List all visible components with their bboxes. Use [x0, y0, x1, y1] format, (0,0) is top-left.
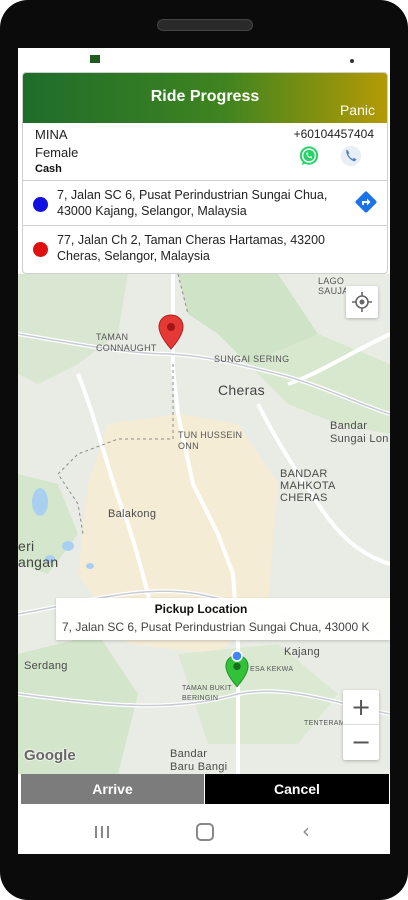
dropoff-address: 77, Jalan Ch 2, Taman Cheras Hartamas, 4…: [57, 233, 325, 263]
pickup-info-title: Pickup Location: [154, 602, 248, 616]
my-location-icon: [352, 292, 372, 312]
zoom-in-button[interactable]: +: [343, 690, 379, 725]
rider-name: MINA: [35, 127, 68, 142]
pickup-address-row[interactable]: 7, Jalan SC 6, Pusat Perindustrian Sunga…: [23, 181, 387, 226]
dropoff-marker-icon[interactable]: [158, 314, 184, 350]
map-label-cheras: Cheras: [218, 382, 265, 398]
map-label-tun-hussein-onn: TUN HUSSEIN ONN: [178, 430, 243, 451]
status-bar: [18, 48, 390, 70]
map-label-kajang: Kajang: [284, 646, 321, 658]
system-nav-bar: ‹: [18, 808, 390, 854]
current-position-icon: [231, 650, 243, 662]
dropoff-dot-icon: [33, 242, 48, 257]
google-logo: Google: [24, 747, 76, 764]
back-icon[interactable]: ‹: [302, 819, 310, 843]
app-notification-icon: [90, 55, 100, 63]
pickup-info-window[interactable]: Pickup Location 7, Jalan SC 6, Pusat Per…: [56, 598, 390, 640]
ride-card: Ride Progress Panic MINA Female Cash +60…: [22, 72, 388, 274]
pickup-dot-icon: [33, 197, 48, 212]
home-icon[interactable]: [196, 823, 214, 841]
map-label-taman-connaught: TAMAN CONNAUGHT: [96, 332, 157, 353]
map-label-bandar-mahkota: BANDAR MAHKOTA CHERAS: [280, 468, 336, 504]
directions-icon[interactable]: [354, 190, 378, 214]
map-label-bandar-baru-bangi: Bandar Baru Bangi: [170, 748, 228, 773]
zoom-out-button[interactable]: −: [343, 725, 379, 759]
my-location-button[interactable]: [346, 286, 378, 318]
rider-phone: +60104457404: [293, 127, 374, 141]
pickup-info-address: 7, Jalan SC 6, Pusat Perindustrian Sunga…: [62, 620, 370, 634]
action-bar: Arrive Cancel: [21, 774, 389, 804]
map-label-serdang: Serdang: [24, 660, 68, 672]
rider-gender: Female: [35, 145, 79, 160]
ride-header: Ride Progress Panic: [23, 73, 387, 123]
arrive-button[interactable]: Arrive: [21, 774, 204, 804]
whatsapp-icon[interactable]: [298, 145, 320, 167]
phone-call-icon[interactable]: [340, 145, 362, 167]
map-label-balakong: Balakong: [108, 508, 157, 520]
phone-frame: Ride Progress Panic MINA Female Cash +60…: [0, 0, 408, 900]
map-label-desa-kekwa: ESA KEKWA: [250, 666, 294, 673]
rider-info: MINA Female Cash +60104457404: [23, 123, 387, 181]
pickup-address: 7, Jalan SC 6, Pusat Perindustrian Sunga…: [57, 188, 328, 218]
panic-button[interactable]: Panic: [340, 102, 375, 118]
status-dot-icon: [350, 59, 354, 63]
payment-method: Cash: [35, 163, 62, 175]
zoom-controls: + −: [343, 690, 379, 760]
map-view[interactable]: TAMAN CONNAUGHT Cheras SUNGAI SERING LAG…: [18, 274, 390, 774]
recent-apps-icon[interactable]: [94, 825, 110, 839]
map-label-eri-angan: eri angan: [18, 538, 59, 570]
page-title: Ride Progress: [150, 88, 260, 105]
map-label-sungai-sering: SUNGAI SERING: [214, 354, 290, 364]
map-label-tenteram: TENTERAM: [304, 720, 345, 727]
dropoff-address-row: 77, Jalan Ch 2, Taman Cheras Hartamas, 4…: [23, 226, 387, 270]
phone-speaker: [157, 19, 253, 31]
map-label-bandar-sungai-long: Bandar Sungai Lon: [330, 420, 389, 445]
app-screen: Ride Progress Panic MINA Female Cash +60…: [18, 48, 390, 854]
cancel-button[interactable]: Cancel: [205, 774, 389, 804]
